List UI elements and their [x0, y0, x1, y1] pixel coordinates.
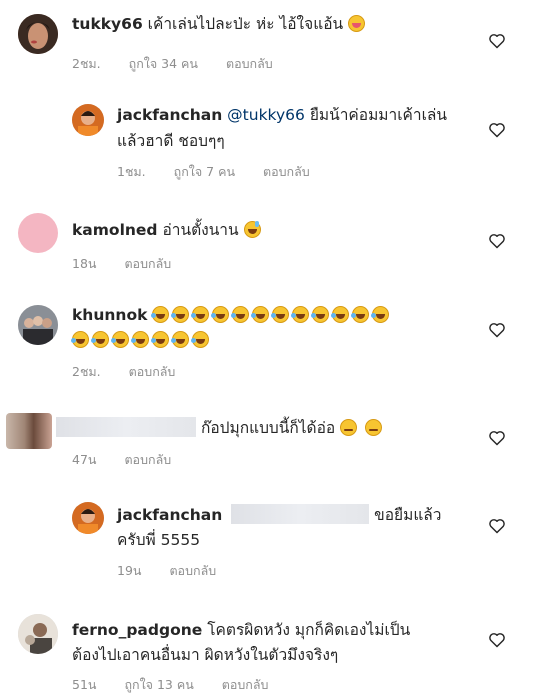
rolling-on-floor-laughing-face-icon — [211, 306, 230, 323]
timestamp: 18น — [72, 256, 97, 271]
rolling-on-floor-laughing-face-icon — [171, 331, 189, 348]
comment-text: tukky66 เค้าเล่นไปละป่ะ ห่ะ ไอ้ใจแอ้น — [72, 12, 368, 37]
comment-meta: 1ชม. ถูกใจ 7 คน ตอบกลับ — [117, 162, 334, 182]
heart-icon[interactable] — [488, 518, 506, 534]
comment-meta: 47น ตอบกลับ — [72, 450, 195, 470]
comment-text: ก๊อปมุกแบบนี้ก็ได้อ่อ — [56, 416, 385, 441]
username[interactable]: kamolned — [72, 221, 158, 239]
rolling-on-floor-laughing-face-icon — [131, 331, 149, 348]
reply-button[interactable]: ตอบกลับ — [263, 164, 310, 179]
rolling-on-floor-laughing-face-icon — [311, 306, 330, 323]
rolling-on-floor-laughing-face-icon — [291, 306, 310, 323]
zany-face-icon — [348, 15, 366, 32]
emoji-row — [151, 306, 392, 324]
rolling-on-floor-laughing-face-icon — [371, 306, 390, 323]
rolling-on-floor-laughing-face-icon — [191, 306, 210, 323]
comment-body: ต้องไปเอาคนอื่นมา ผิดหวังในตัวมึงจริงๆ — [72, 646, 339, 664]
likes-count[interactable]: ถูกใจ 34 คน — [129, 56, 198, 71]
comment-body: โคตรผิดหวัง มุกก็คิดเองไม่เป็น — [207, 621, 411, 639]
avatar[interactable] — [6, 413, 52, 449]
comment-body: ครับพี่ 5555 — [117, 531, 201, 549]
avatar[interactable] — [72, 502, 104, 534]
comment-meta: 18น ตอบกลับ — [72, 254, 195, 274]
grinning-sweat-face-icon — [243, 221, 261, 238]
timestamp: 2ชม. — [72, 56, 101, 71]
heart-icon[interactable] — [488, 430, 506, 446]
comment-meta: 19น ตอบกลับ — [117, 561, 240, 581]
avatar[interactable] — [18, 14, 58, 54]
username[interactable]: khunnok — [72, 306, 147, 324]
rolling-on-floor-laughing-face-icon — [351, 306, 370, 323]
comment-body: แล้วฮาดี ชอบๆๆ — [117, 132, 225, 150]
heart-icon[interactable] — [488, 233, 506, 249]
reply-button[interactable]: ตอบกลับ — [124, 452, 171, 467]
rolling-on-floor-laughing-face-icon — [271, 306, 290, 323]
username[interactable]: tukky66 — [72, 15, 143, 33]
unamused-face-icon — [340, 419, 358, 436]
likes-count[interactable]: ถูกใจ 13 คน — [124, 677, 193, 692]
comment-meta: 2ชม. ตอบกลับ — [72, 362, 199, 382]
comment-text: jackfanchan ขอยืมแล้ว — [117, 503, 442, 528]
rolling-on-floor-laughing-face-icon — [91, 331, 109, 348]
rolling-on-floor-laughing-face-icon — [331, 306, 350, 323]
rolling-on-floor-laughing-face-icon — [71, 331, 89, 348]
comment-text-line2: ครับพี่ 5555 — [117, 528, 200, 553]
comment-text: jackfanchan @tukky66 ยืมน้าค่อมมาเค้าเล่… — [117, 103, 447, 128]
timestamp: 1ชม. — [117, 164, 146, 179]
avatar[interactable] — [18, 213, 58, 253]
rolling-on-floor-laughing-face-icon — [251, 306, 270, 323]
avatar[interactable] — [18, 305, 58, 345]
rolling-on-floor-laughing-face-icon — [111, 331, 129, 348]
comment-body: ยืมน้าค่อมมาเค้าเล่น — [309, 106, 447, 124]
comment-text-line2: ต้องไปเอาคนอื่นมา ผิดหวังในตัวมึงจริงๆ — [72, 643, 338, 668]
rolling-on-floor-laughing-face-icon — [151, 306, 170, 323]
timestamp: 51น — [72, 677, 97, 692]
rolling-on-floor-laughing-face-icon — [151, 331, 169, 348]
username[interactable]: jackfanchan — [117, 506, 222, 524]
avatar[interactable] — [72, 104, 104, 136]
reply-button[interactable]: ตอบกลับ — [169, 563, 216, 578]
rolling-on-floor-laughing-face-icon — [231, 306, 250, 323]
blurred-username — [56, 417, 196, 437]
timestamp: 19น — [117, 563, 142, 578]
reply-button[interactable]: ตอบกลับ — [129, 364, 176, 379]
heart-icon[interactable] — [488, 122, 506, 138]
comment-meta: 51น ถูกใจ 13 คน ตอบกลับ — [72, 675, 292, 695]
comment-body: ก๊อปมุกแบบนี้ก็ได้อ่อ — [200, 419, 336, 437]
heart-icon[interactable] — [488, 632, 506, 648]
comment-text: ferno_padgone โคตรผิดหวัง มุกก็คิดเองไม่… — [72, 618, 410, 643]
likes-count[interactable]: ถูกใจ 7 คน — [174, 164, 235, 179]
rolling-on-floor-laughing-face-icon — [191, 331, 209, 348]
heart-icon[interactable] — [488, 33, 506, 49]
username[interactable]: ferno_padgone — [72, 621, 202, 639]
timestamp: 47น — [72, 452, 97, 467]
blurred-mention — [231, 504, 370, 524]
comment-text: kamolned อ่านตั้งนาน — [72, 218, 264, 243]
comment-body: อ่านตั้งนาน — [162, 221, 239, 239]
mention-link[interactable]: @tukky66 — [227, 106, 305, 124]
comment-body: ขอยืมแล้ว — [374, 506, 442, 524]
reply-button[interactable]: ตอบกลับ — [226, 56, 273, 71]
avatar[interactable] — [18, 614, 58, 654]
timestamp: 2ชม. — [72, 364, 101, 379]
comment-body: เค้าเล่นไปละป่ะ ห่ะ ไอ้ใจแอ้น — [147, 15, 344, 33]
username[interactable]: jackfanchan — [117, 106, 222, 124]
comment-text-line2 — [71, 328, 212, 353]
rolling-on-floor-laughing-face-icon — [171, 306, 190, 323]
emoji-row — [71, 331, 212, 349]
reply-button[interactable]: ตอบกลับ — [222, 677, 269, 692]
comment-text-line2: แล้วฮาดี ชอบๆๆ — [117, 129, 225, 154]
comment-meta: 2ชม. ถูกใจ 34 คน ตอบกลับ — [72, 54, 297, 74]
heart-icon[interactable] — [488, 322, 506, 338]
relieved-face-icon — [365, 419, 383, 436]
reply-button[interactable]: ตอบกลับ — [124, 256, 171, 271]
comment-text: khunnok — [72, 303, 392, 328]
